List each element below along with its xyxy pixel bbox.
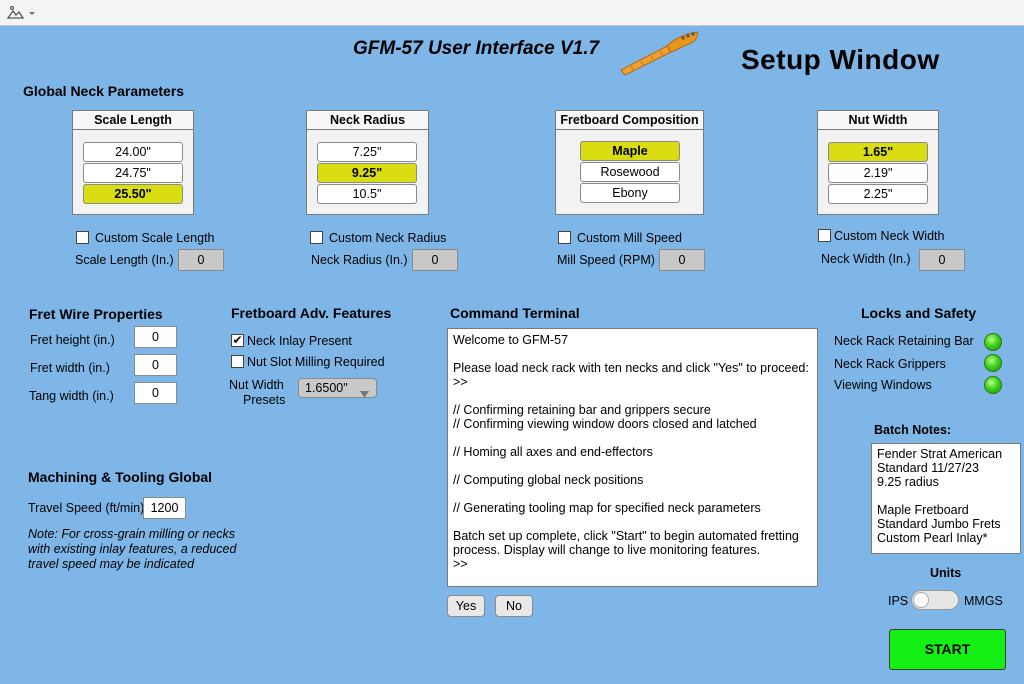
fret-height-label: Fret height (in.) <box>30 333 115 347</box>
window-title: Setup Window <box>741 44 940 75</box>
terminal-title: Command Terminal <box>450 305 580 321</box>
nut-width-presets-select[interactable]: 1.6500" <box>298 378 377 398</box>
fretboard-option-0[interactable]: Maple <box>580 141 680 161</box>
fret-height-input[interactable]: 0 <box>134 326 177 348</box>
nut-slot-label: Nut Slot Milling Required <box>247 355 385 369</box>
mill-speed-field-label: Mill Speed (RPM) <box>557 253 655 267</box>
travel-speed-input[interactable]: 1200 <box>143 497 186 519</box>
nut-width-title: Nut Width <box>818 111 938 130</box>
fret-wire-title: Fret Wire Properties <box>29 306 163 322</box>
neck-radius-field-label: Neck Radius (In.) <box>311 253 408 267</box>
dropdown-arrow-icon <box>360 385 369 398</box>
guitar-neck-icon <box>617 28 701 76</box>
neck-radius-field[interactable]: 0 <box>412 249 458 271</box>
custom-scale-checkbox[interactable] <box>76 231 89 244</box>
start-button[interactable]: START <box>889 629 1006 670</box>
nut-option-1[interactable]: 2.19" <box>828 163 928 183</box>
app-title: GFM-57 User Interface V1.7 <box>353 38 600 59</box>
fretboard-title: Fretboard Composition <box>556 111 703 130</box>
radius-option-2[interactable]: 10.5" <box>317 184 417 204</box>
top-toolbar <box>0 0 1024 26</box>
custom-neck-width-label: Custom Neck Width <box>834 229 945 243</box>
batch-notes-textarea[interactable]: Fender Strat American Standard 11/27/23 … <box>871 443 1021 554</box>
radius-option-0[interactable]: 7.25" <box>317 142 417 162</box>
custom-radius-label: Custom Neck Radius <box>329 231 447 245</box>
scale-option-2[interactable]: 25.50" <box>83 184 183 204</box>
no-button[interactable]: No <box>495 595 533 617</box>
yes-button[interactable]: Yes <box>447 595 485 617</box>
fretboard-panel: Fretboard Composition Maple Rosewood Ebo… <box>555 110 704 215</box>
scale-option-0[interactable]: 24.00" <box>83 142 183 162</box>
scale-option-1[interactable]: 24.75" <box>83 163 183 183</box>
scale-length-field[interactable]: 0 <box>178 249 224 271</box>
grippers-status-indicator <box>984 354 1002 372</box>
command-terminal[interactable]: Welcome to GFM-57 Please load neck rack … <box>447 328 818 587</box>
custom-mill-speed-checkbox[interactable] <box>558 231 571 244</box>
units-ips-label: IPS <box>888 594 909 608</box>
viewing-windows-status-indicator <box>984 376 1002 394</box>
units-title: Units <box>930 566 962 580</box>
custom-mill-speed-label: Custom Mill Speed <box>577 231 682 245</box>
retaining-bar-status-indicator <box>984 333 1002 351</box>
nut-width-presets-value: 1.6500" <box>305 381 348 395</box>
global-neck-title: Global Neck Parameters <box>23 83 185 99</box>
fret-width-label: Fret width (in.) <box>30 361 110 375</box>
neck-width-field[interactable]: 0 <box>919 249 965 271</box>
nut-option-2[interactable]: 2.25" <box>828 184 928 204</box>
units-toggle[interactable] <box>911 590 959 610</box>
image-tool-icon[interactable] <box>6 4 36 22</box>
nut-width-presets-label-2: Presets <box>243 393 286 407</box>
machining-note: Note: For cross-grain milling or necks w… <box>28 527 237 571</box>
scale-length-title: Scale Length <box>73 111 193 130</box>
locks-title: Locks and Safety <box>861 305 977 321</box>
nut-width-panel: Nut Width 1.65" 2.19" 2.25" <box>817 110 939 215</box>
lock-label-retaining-bar: Neck Rack Retaining Bar <box>834 334 974 348</box>
tang-width-input[interactable]: 0 <box>134 382 177 404</box>
fret-width-input[interactable]: 0 <box>134 354 177 376</box>
adv-features-title: Fretboard Adv. Features <box>231 305 392 321</box>
lock-label-grippers: Neck Rack Grippers <box>834 357 946 371</box>
scale-length-field-label: Scale Length (In.) <box>75 253 174 267</box>
custom-scale-label: Custom Scale Length <box>95 231 215 245</box>
custom-neck-width-checkbox[interactable] <box>818 229 831 242</box>
scale-length-panel: Scale Length 24.00" 24.75" 25.50" <box>72 110 194 215</box>
neck-radius-title: Neck Radius <box>307 111 428 130</box>
mill-speed-field[interactable]: 0 <box>659 249 705 271</box>
nut-slot-checkbox[interactable] <box>231 355 244 368</box>
travel-speed-label: Travel Speed (ft/min) <box>28 501 145 515</box>
nut-option-0[interactable]: 1.65" <box>828 142 928 162</box>
units-toggle-knob <box>913 592 929 608</box>
fretboard-option-2[interactable]: Ebony <box>580 183 680 203</box>
lock-label-viewing-windows: Viewing Windows <box>834 378 932 392</box>
batch-notes-title: Batch Notes: <box>874 423 952 437</box>
neck-inlay-checkbox[interactable]: ✔ <box>231 334 244 347</box>
fretboard-option-1[interactable]: Rosewood <box>580 162 680 182</box>
neck-inlay-label: Neck Inlay Present <box>247 334 352 348</box>
units-mmgs-label: MMGS <box>964 594 1003 608</box>
neck-width-field-label: Neck Width (In.) <box>821 252 911 266</box>
tang-width-label: Tang width (in.) <box>29 389 114 403</box>
nut-width-presets-label-1: Nut Width <box>229 378 284 392</box>
radius-option-1[interactable]: 9.25" <box>317 163 417 183</box>
custom-radius-checkbox[interactable] <box>310 231 323 244</box>
machining-title: Machining & Tooling Global <box>28 469 213 485</box>
neck-radius-panel: Neck Radius 7.25" 9.25" 10.5" <box>306 110 429 215</box>
